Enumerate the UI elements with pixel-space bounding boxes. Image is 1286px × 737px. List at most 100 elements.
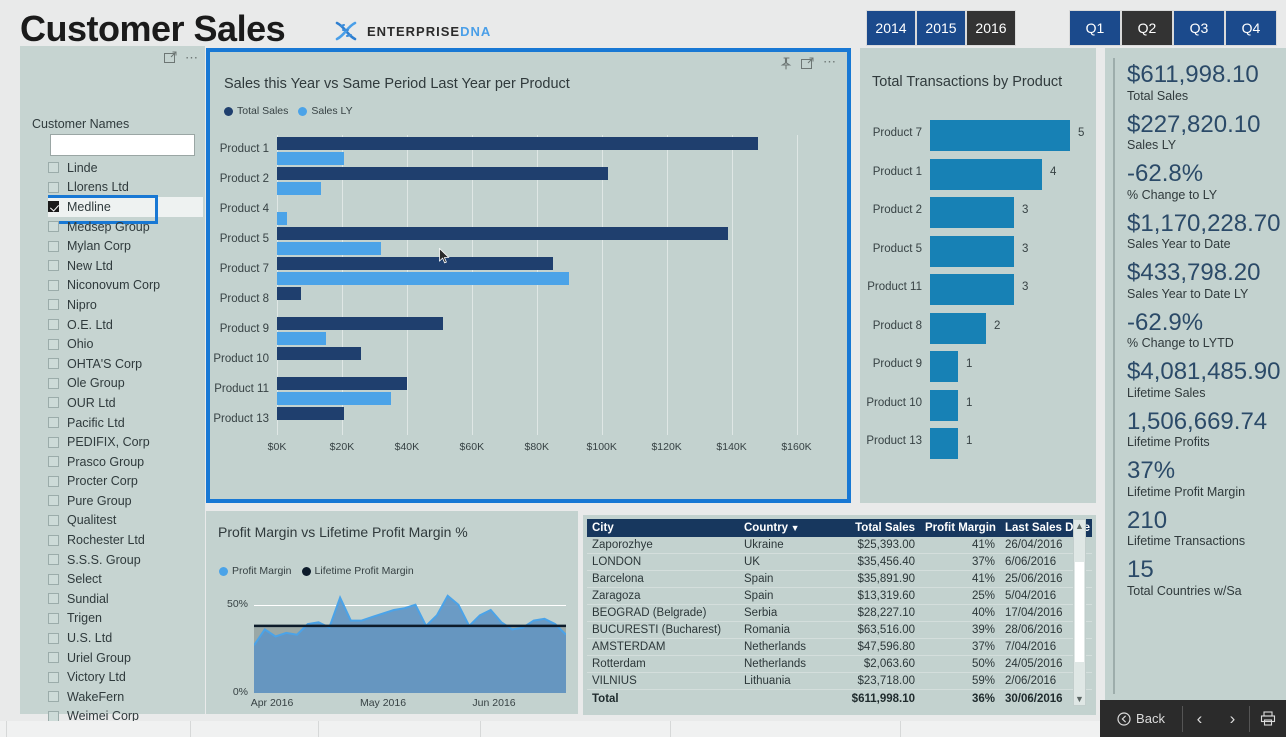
quarter-button-q4[interactable]: Q4 — [1225, 10, 1277, 46]
table-row[interactable]: LONDON UK $35,456.40 37% 6/06/2016 — [587, 553, 1092, 571]
focus-mode-icon[interactable] — [164, 51, 177, 64]
city-sales-table[interactable]: City Country ▼ Total Sales Profit Margin Las… — [587, 519, 1092, 708]
customer-item[interactable]: Pure Group — [48, 491, 203, 511]
checkbox[interactable] — [48, 456, 59, 468]
checkbox[interactable] — [48, 554, 59, 566]
transactions-bar-plot[interactable]: Product 7 5 Product 1 4 Product 2 3 Product 5 3… — [866, 116, 1084, 486]
checkbox[interactable] — [48, 632, 59, 644]
table-column-header[interactable]: City — [587, 519, 739, 537]
table-header-row[interactable]: City Country ▼ Total Sales Profit Margin Las… — [587, 519, 1092, 537]
bar-total-sales[interactable] — [277, 257, 553, 270]
customer-item[interactable]: Linde — [48, 158, 203, 178]
checkbox[interactable] — [48, 319, 59, 331]
bar-sales-ly[interactable] — [277, 212, 287, 225]
checkbox[interactable] — [48, 652, 59, 664]
transaction-bar[interactable] — [930, 235, 1014, 267]
bar-sales-ly[interactable] — [277, 272, 570, 285]
checkbox[interactable] — [48, 534, 59, 546]
customer-item[interactable]: Prasco Group — [48, 452, 203, 472]
quarter-button-q3[interactable]: Q3 — [1173, 10, 1225, 46]
legend-item[interactable]: Lifetime Profit Margin — [301, 565, 414, 577]
year-slicer[interactable]: 2014 2015 2016 — [866, 10, 1016, 46]
customer-item[interactable]: O.E. Ltd — [48, 315, 203, 335]
bar-sales-ly[interactable] — [277, 242, 381, 255]
customer-item[interactable]: Sundial — [48, 589, 203, 609]
customer-item[interactable]: Niconovum Corp — [48, 276, 203, 296]
customer-item[interactable]: Uriel Group — [48, 648, 203, 668]
focus-mode-icon[interactable] — [801, 57, 814, 70]
customer-list[interactable]: Linde Llorens Ltd Medline Medsep Group Mylan… — [48, 158, 203, 737]
customer-item[interactable]: Trigen — [48, 609, 203, 629]
transaction-bar[interactable] — [930, 428, 958, 459]
quarter-slicer[interactable]: Q1 Q2 Q3 Q4 — [1069, 10, 1277, 46]
checkbox[interactable] — [48, 671, 59, 683]
quarter-button-q1[interactable]: Q1 — [1069, 10, 1121, 46]
table-column-header[interactable]: Total Sales — [833, 519, 920, 537]
customer-item[interactable]: Ole Group — [48, 374, 203, 394]
bottom-navigation-bar[interactable]: Back ‹ › — [1100, 700, 1286, 737]
previous-page-button[interactable]: ‹ — [1183, 700, 1216, 737]
table-row[interactable]: Zaragoza Spain $13,319.60 25% 5/04/2016 — [587, 587, 1092, 605]
checkbox[interactable] — [48, 417, 59, 429]
customer-item[interactable]: Select — [48, 569, 203, 589]
checkbox[interactable] — [48, 593, 59, 605]
bar-total-sales[interactable] — [277, 317, 443, 330]
checkbox[interactable] — [48, 299, 59, 311]
bar-total-sales[interactable] — [277, 167, 609, 180]
bar-total-sales[interactable] — [277, 347, 362, 360]
profit-margin-plot[interactable]: 0% 50% Apr 2016 May 2016 Jun 2016 — [227, 587, 566, 709]
scroll-down-icon[interactable]: ▼ — [1074, 694, 1085, 704]
bar-sales-ly[interactable] — [277, 392, 391, 405]
table-row[interactable]: Barcelona Spain $35,891.90 41% 25/06/2016 — [587, 570, 1092, 588]
next-page-button[interactable]: › — [1216, 700, 1249, 737]
transaction-bar[interactable] — [930, 351, 958, 382]
year-button-2015[interactable]: 2015 — [916, 10, 966, 46]
table-scrollbar[interactable]: ▲ ▼ — [1073, 519, 1086, 706]
checkbox[interactable] — [48, 358, 59, 370]
checkbox[interactable] — [48, 475, 59, 487]
pin-icon[interactable] — [780, 57, 792, 70]
table-row[interactable]: AMSTERDAM Netherlands $47,596.80 37% 7/04/20… — [587, 638, 1092, 656]
checkbox[interactable] — [48, 279, 59, 291]
table-row[interactable]: BUCURESTI (Bucharest) Romania $63,516.00 39… — [587, 621, 1092, 639]
table-column-header[interactable]: Profit Margin — [920, 519, 1000, 537]
year-button-2014[interactable]: 2014 — [866, 10, 916, 46]
scroll-up-icon[interactable]: ▲ — [1074, 521, 1085, 531]
checkbox[interactable] — [48, 377, 59, 389]
bar-total-sales[interactable] — [277, 407, 344, 420]
bar-chart-plot[interactable]: $0K $20K $40K $60K $80K $100K $120K $140K $160K P… — [213, 135, 829, 453]
customer-item[interactable]: Medsep Group — [48, 217, 203, 237]
transaction-bar[interactable] — [930, 312, 986, 344]
checkbox[interactable] — [48, 221, 59, 233]
table-row[interactable]: BEOGRAD (Belgrade) Serbia $28,227.10 40% 17/… — [587, 604, 1092, 622]
more-options-icon[interactable]: ⋯ — [823, 55, 837, 70]
transaction-bar[interactable] — [930, 120, 1070, 151]
checkbox[interactable] — [48, 260, 59, 272]
checkbox[interactable] — [48, 612, 59, 624]
customer-item[interactable]: U.S. Ltd — [48, 628, 203, 648]
search-input[interactable] — [50, 134, 195, 156]
more-options-icon[interactable]: ⋯ — [185, 51, 199, 64]
customer-item[interactable]: WakeFern — [48, 687, 203, 707]
bar-total-sales[interactable] — [277, 227, 729, 240]
checkbox[interactable] — [48, 573, 59, 585]
checkbox[interactable] — [48, 514, 59, 526]
customer-item[interactable]: Nipro — [48, 295, 203, 315]
checkbox[interactable] — [48, 691, 59, 703]
bar-total-sales[interactable] — [277, 287, 302, 300]
customer-item[interactable]: OHTA'S Corp — [48, 354, 203, 374]
quarter-button-q2[interactable]: Q2 — [1121, 10, 1173, 46]
customer-item[interactable]: Llorens Ltd — [48, 178, 203, 198]
table-column-header[interactable]: Country ▼ — [739, 519, 833, 537]
print-button[interactable] — [1250, 700, 1286, 737]
customer-item[interactable]: Victory Ltd — [48, 667, 203, 687]
table-row[interactable]: Zaporozhye Ukraine $25,393.00 41% 26/04/2016 — [587, 537, 1092, 554]
legend-item[interactable]: Sales LY — [298, 105, 353, 117]
table-body[interactable]: Zaporozhye Ukraine $25,393.00 41% 26/04/2016… — [587, 537, 1092, 690]
customer-item[interactable]: Rochester Ltd — [48, 530, 203, 550]
legend-item[interactable]: Profit Margin — [219, 565, 292, 577]
scrollbar-thumb[interactable] — [1075, 562, 1084, 662]
bar-sales-ly[interactable] — [277, 152, 344, 165]
checkbox[interactable] — [48, 338, 59, 350]
customer-item[interactable]: Ohio — [48, 334, 203, 354]
